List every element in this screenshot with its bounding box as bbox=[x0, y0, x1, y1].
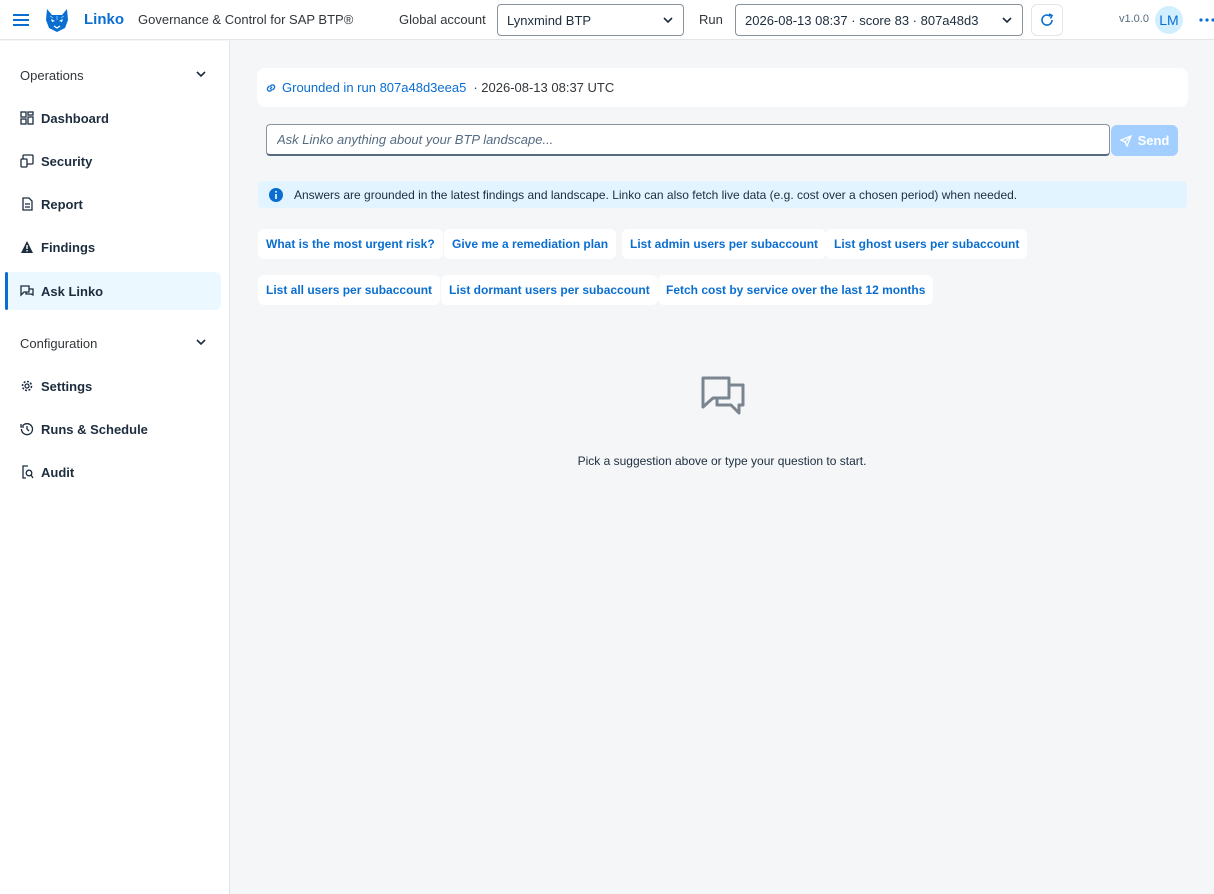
sidebar-item-report[interactable]: Report bbox=[5, 185, 221, 223]
global-account-select[interactable]: Lynxmind BTP bbox=[497, 4, 684, 36]
send-icon bbox=[1119, 134, 1132, 147]
send-button[interactable]: Send bbox=[1111, 125, 1178, 156]
side-navigation: Operations Dashboard Security Report Fin… bbox=[0, 41, 230, 894]
sidebar-item-findings[interactable]: Findings bbox=[5, 228, 221, 266]
brand-name[interactable]: Linko bbox=[84, 11, 124, 28]
grounded-timestamp: · 2026-08-13 08:37 UTC bbox=[473, 80, 615, 95]
version-label: v1.0.0 bbox=[1119, 13, 1149, 25]
suggestion-chip[interactable]: What is the most urgent risk? bbox=[258, 229, 443, 259]
suggestion-chip[interactable]: List dormant users per subaccount bbox=[441, 275, 658, 305]
sidebar-item-ask-linko[interactable]: Ask Linko bbox=[5, 272, 221, 310]
info-icon bbox=[268, 187, 284, 203]
chevron-down-icon bbox=[196, 339, 206, 346]
overflow-icon bbox=[1199, 18, 1214, 22]
suggestion-chip[interactable]: Fetch cost by service over the last 12 m… bbox=[658, 275, 934, 305]
ask-input[interactable] bbox=[266, 124, 1110, 156]
lynx-logo[interactable] bbox=[42, 5, 72, 35]
sidebar-item-dashboard[interactable]: Dashboard bbox=[5, 99, 221, 137]
chevron-down-icon bbox=[196, 71, 206, 78]
sidebar-item-label: Security bbox=[41, 153, 93, 169]
sidebar-item-security[interactable]: Security bbox=[5, 142, 221, 180]
avatar[interactable]: LM bbox=[1155, 6, 1183, 34]
run-select[interactable]: 2026-08-13 08:37 · score 83 · 807a48d3 bbox=[735, 4, 1023, 36]
grounding-banner: Grounded in run 807a48d3eea5 · 2026-08-1… bbox=[257, 68, 1188, 107]
discussion-icon bbox=[701, 376, 745, 415]
app-subtitle: Governance & Control for SAP BTP® bbox=[138, 12, 354, 27]
chevron-down-icon bbox=[1002, 17, 1012, 24]
gear-icon bbox=[19, 378, 35, 394]
sidebar-item-label: Ask Linko bbox=[41, 283, 104, 299]
send-label: Send bbox=[1137, 133, 1170, 148]
warning-icon bbox=[19, 239, 35, 255]
suggestion-chip[interactable]: Give me a remediation plan bbox=[444, 229, 617, 259]
dashboard-icon bbox=[19, 110, 35, 126]
sidebar-item-label: Audit bbox=[41, 464, 75, 480]
refresh-button[interactable] bbox=[1031, 4, 1063, 36]
menu-icon bbox=[13, 13, 29, 26]
empty-state-text: Pick a suggestion above or type your que… bbox=[577, 454, 867, 468]
refresh-icon bbox=[1041, 13, 1054, 26]
sidebar-item-runs-schedule[interactable]: Runs & Schedule bbox=[5, 410, 221, 448]
suggestion-chip[interactable]: List admin users per subaccount bbox=[622, 229, 827, 259]
overflow-button[interactable] bbox=[1191, 4, 1214, 36]
sidebar-item-audit[interactable]: Audit bbox=[5, 453, 221, 491]
sidebar-item-label: Settings bbox=[41, 378, 93, 394]
chevron-down-icon bbox=[663, 17, 673, 24]
nav-group-configuration[interactable]: Configuration bbox=[0, 325, 229, 361]
report-icon bbox=[19, 196, 35, 212]
sidebar-item-label: Runs & Schedule bbox=[41, 421, 148, 437]
sidebar-item-settings[interactable]: Settings bbox=[5, 367, 221, 405]
security-icon bbox=[19, 153, 35, 169]
link-icon bbox=[266, 83, 276, 92]
sidebar-item-label: Dashboard bbox=[41, 110, 109, 126]
run-label: Run bbox=[699, 12, 723, 27]
grounded-run-text: Grounded in run 807a48d3eea5 bbox=[282, 80, 467, 95]
sidebar-item-label: Findings bbox=[41, 239, 96, 255]
audit-icon bbox=[19, 464, 35, 480]
nav-group-operations[interactable]: Operations bbox=[0, 57, 229, 93]
discussion-icon bbox=[19, 283, 35, 299]
nav-group-label: Configuration bbox=[20, 335, 98, 351]
suggestion-chip[interactable]: List all users per subaccount bbox=[258, 275, 441, 305]
history-icon bbox=[19, 421, 35, 437]
info-text: Answers are grounded in the latest findi… bbox=[294, 187, 1018, 202]
run-value: 2026-08-13 08:37 · score 83 · 807a48d3 bbox=[745, 12, 979, 28]
menu-button[interactable] bbox=[0, 0, 42, 40]
global-account-label: Global account bbox=[399, 12, 486, 27]
nav-group-label: Operations bbox=[20, 67, 84, 83]
sidebar-item-label: Report bbox=[41, 196, 83, 212]
global-account-value: Lynxmind BTP bbox=[507, 12, 592, 28]
grounded-run-link[interactable]: Grounded in run 807a48d3eea5 bbox=[265, 80, 466, 95]
info-message-strip: Answers are grounded in the latest findi… bbox=[258, 181, 1187, 208]
suggestion-chip[interactable]: List ghost users per subaccount bbox=[826, 229, 1028, 259]
shell-bar: Linko Governance & Control for SAP BTP® … bbox=[0, 0, 1214, 40]
